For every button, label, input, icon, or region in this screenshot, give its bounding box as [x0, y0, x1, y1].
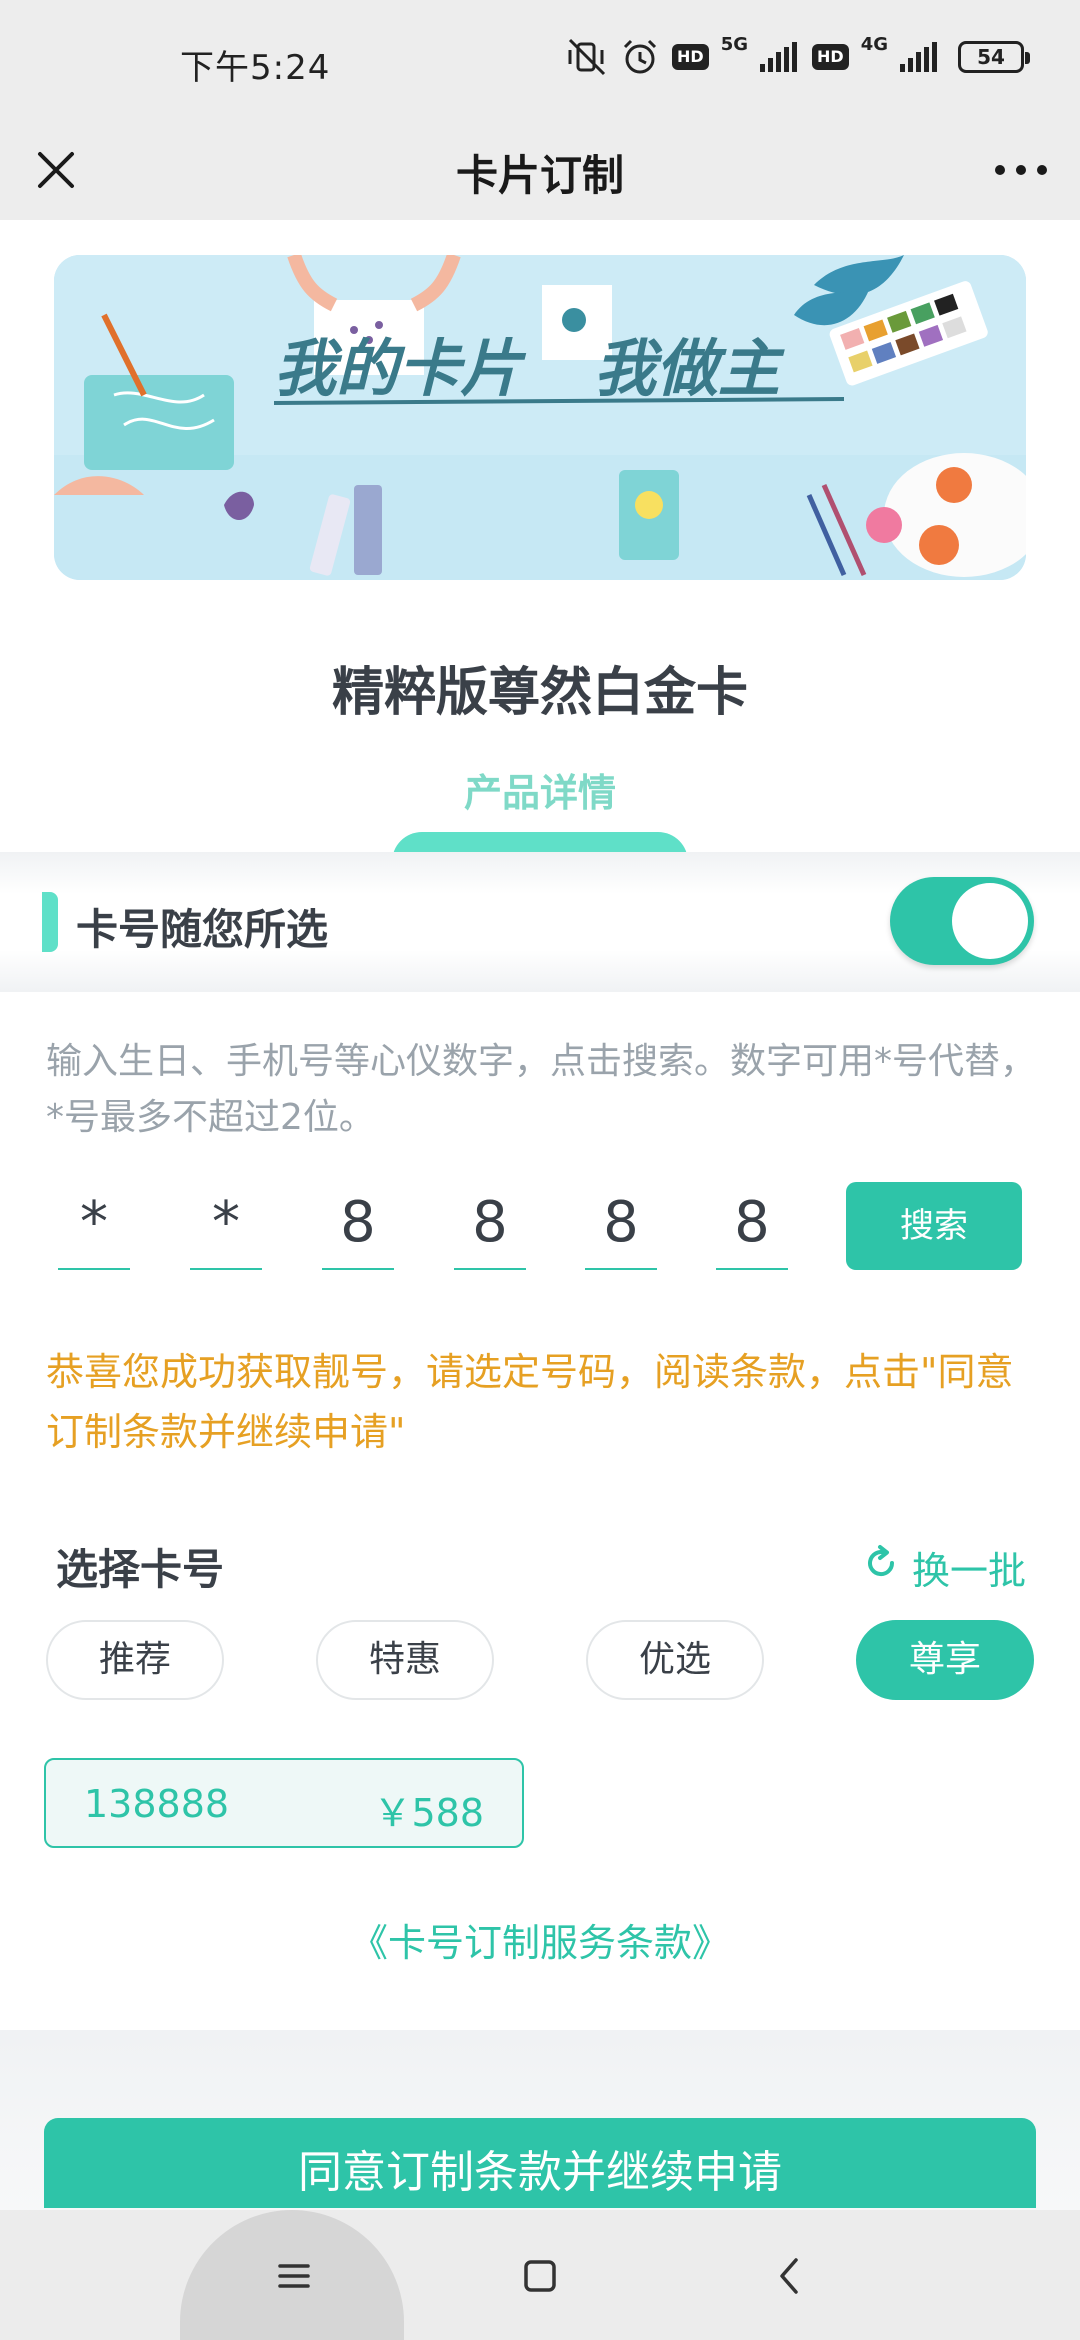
terms-link[interactable]: 《卡号订制服务条款》	[0, 1912, 1080, 1967]
signal-icon	[760, 38, 800, 76]
system-nav-bar	[0, 2210, 1080, 2340]
digit-input-4[interactable]: 8	[454, 1180, 526, 1270]
alarm-icon	[620, 38, 660, 76]
section-accent-bar	[42, 892, 58, 952]
network-label-2: 4G	[860, 34, 888, 55]
refresh-icon	[862, 1544, 900, 1591]
menu-icon[interactable]	[264, 2246, 324, 2306]
refresh-button[interactable]: 换一批	[862, 1540, 1026, 1595]
digit-input-2[interactable]: *	[190, 1180, 262, 1270]
custom-number-toggle[interactable]	[890, 877, 1034, 965]
number-option[interactable]: 138888 ￥588	[44, 1758, 524, 1848]
status-bar: 下午5:24 HD 5G HD 4G 54	[0, 0, 1080, 120]
search-hint: 输入生日、手机号等心仪数字，点击搜索。数字可用*号代替，*号最多不超过2位。	[46, 1041, 1037, 1138]
hd-badge-2: HD	[812, 44, 849, 70]
select-number-title: 选择卡号	[56, 1545, 225, 1594]
agree-continue-button[interactable]: 同意订制条款并继续申请	[44, 2118, 1036, 2208]
digit-input-3[interactable]: 8	[322, 1180, 394, 1270]
custom-number-label: 卡号随您所选	[76, 905, 329, 954]
custom-number-row: 卡号随您所选	[0, 852, 1080, 992]
category-preferred[interactable]: 优选	[586, 1620, 764, 1700]
category-special[interactable]: 特惠	[316, 1620, 494, 1700]
banner-text-2: 我做主	[594, 332, 785, 405]
toggle-knob	[952, 883, 1028, 959]
home-icon[interactable]	[510, 2246, 570, 2306]
digit-input-6[interactable]: 8	[716, 1180, 788, 1270]
status-time: 下午5:24	[180, 48, 331, 88]
card-number-price: ￥588	[373, 1791, 484, 1835]
search-button[interactable]: 搜索	[846, 1182, 1022, 1270]
page-title: 卡片订制	[455, 151, 624, 200]
refresh-label: 换一批	[911, 1549, 1026, 1593]
status-icons: HD 5G HD 4G 54	[564, 34, 1030, 76]
hd-badge: HD	[672, 44, 709, 70]
back-icon[interactable]	[760, 2246, 820, 2306]
category-recommend[interactable]: 推荐	[46, 1620, 224, 1700]
network-label-1: 5G	[720, 34, 749, 55]
product-name: 精粹版尊然白金卡	[331, 663, 748, 723]
promo-banner: 我的卡片 我做主	[54, 255, 1026, 580]
tab-product-details[interactable]: 产品详情	[0, 762, 1080, 817]
nav-bar: 卡片订制	[0, 120, 1080, 220]
card-number: 138888	[84, 1782, 230, 1826]
battery-icon: 54	[958, 41, 1030, 73]
vibrate-off-icon	[564, 38, 608, 76]
banner-text-1: 我的卡片	[274, 332, 527, 405]
signal-icon-2	[900, 38, 940, 76]
digit-input-5[interactable]: 8	[585, 1180, 657, 1270]
category-premium[interactable]: 尊享	[856, 1620, 1034, 1700]
digit-input-1[interactable]: *	[58, 1180, 130, 1270]
success-message: 恭喜您成功获取靓号，请选定号码，阅读条款，点击"同意订制条款并继续申请"	[46, 1350, 1014, 1454]
more-icon[interactable]	[986, 142, 1056, 198]
